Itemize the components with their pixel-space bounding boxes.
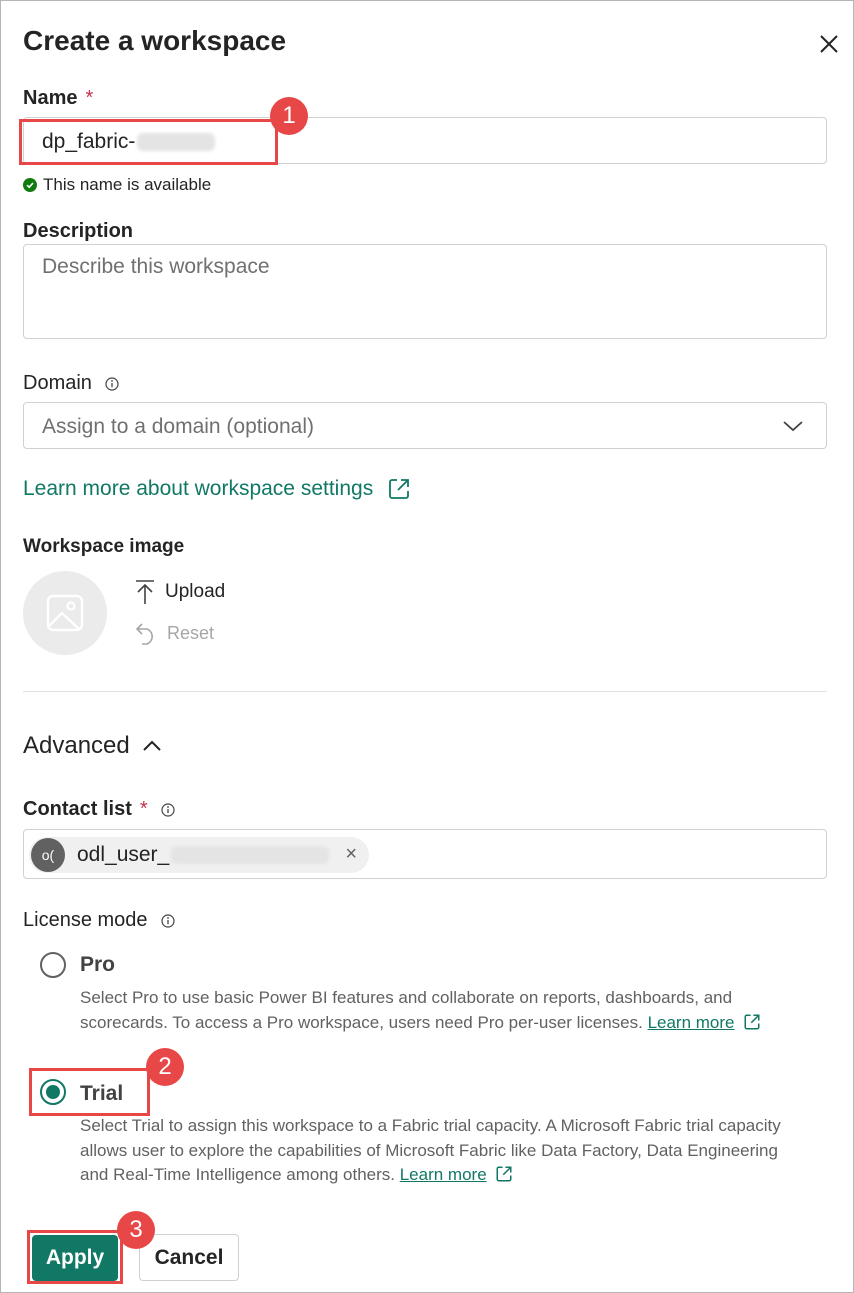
trial-learn-more-link[interactable]: Learn more xyxy=(400,1165,487,1184)
advanced-toggle[interactable]: Advanced xyxy=(23,732,162,760)
upload-icon xyxy=(136,580,154,604)
info-icon[interactable] xyxy=(161,803,175,817)
dialog-title: Create a workspace xyxy=(23,25,287,56)
divider xyxy=(23,691,827,692)
image-icon xyxy=(46,594,84,632)
description-input[interactable]: Describe this workspace xyxy=(23,244,827,339)
learn-more-settings-link[interactable]: Learn more about workspace settings xyxy=(23,477,411,501)
cancel-button[interactable]: Cancel xyxy=(139,1234,239,1281)
avatar: o( xyxy=(31,838,65,872)
callout-badge-3: 3 xyxy=(117,1211,155,1249)
callout-highlight-trial xyxy=(29,1068,150,1116)
chevron-up-icon xyxy=(143,740,161,751)
reset-button[interactable]: Reset xyxy=(135,621,214,645)
create-workspace-panel: Create a workspace Name * dp_fabric- This… xyxy=(0,0,854,1293)
pro-learn-more-link[interactable]: Learn more xyxy=(648,1013,735,1032)
redacted-text xyxy=(171,846,330,865)
description-placeholder: Describe this workspace xyxy=(42,255,270,278)
callout-badge-2: 2 xyxy=(146,1048,184,1086)
undo-icon xyxy=(135,623,153,645)
domain-select[interactable]: Assign to a domain (optional) xyxy=(23,402,827,449)
contact-name: odl_user_ xyxy=(77,843,330,867)
external-link-icon xyxy=(744,1014,759,1029)
external-link-icon xyxy=(389,479,410,499)
info-icon[interactable] xyxy=(105,377,120,391)
contact-chip: o( odl_user_ × xyxy=(29,837,369,873)
domain-label: Domain xyxy=(23,372,120,395)
pro-description: Select Pro to use basic Power BI feature… xyxy=(80,986,800,1035)
callout-badge-1: 1 xyxy=(270,97,308,135)
checkmark-icon xyxy=(23,178,37,192)
workspace-image-label: Workspace image xyxy=(23,536,185,557)
trial-description: Select Trial to assign this workspace to… xyxy=(80,1116,781,1184)
radio-pro[interactable] xyxy=(40,952,66,978)
domain-placeholder: Assign to a domain (optional) xyxy=(42,415,314,438)
required-mark: * xyxy=(139,798,148,820)
close-icon[interactable] xyxy=(816,31,842,57)
license-mode-label: License mode xyxy=(23,909,175,932)
contact-list-label: Contact list * xyxy=(23,798,175,821)
upload-button[interactable]: Upload xyxy=(135,579,225,605)
workspace-image-placeholder xyxy=(23,571,107,655)
external-link-icon xyxy=(496,1166,512,1182)
info-icon[interactable] xyxy=(161,914,175,928)
required-mark: * xyxy=(85,87,94,109)
name-label: Name * xyxy=(23,87,94,109)
name-availability: This name is available xyxy=(23,175,211,195)
chevron-down-icon xyxy=(783,421,803,432)
callout-highlight-apply xyxy=(27,1230,123,1284)
description-label: Description xyxy=(23,220,134,242)
radio-pro-label: Pro xyxy=(80,953,116,976)
remove-contact-icon[interactable]: × xyxy=(345,844,357,864)
callout-highlight-name xyxy=(19,119,278,165)
